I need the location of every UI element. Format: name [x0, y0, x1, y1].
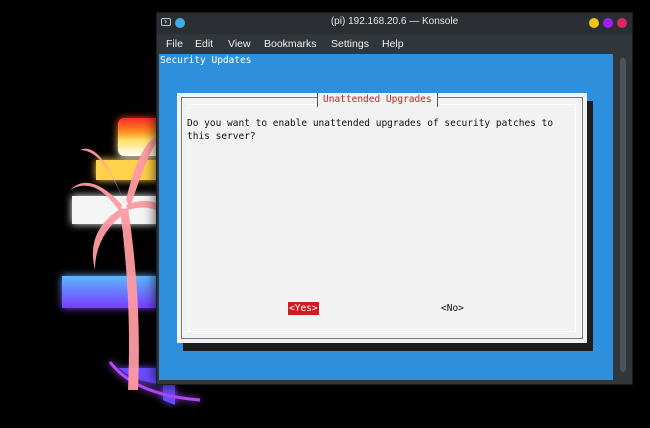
dialog-backtitle: Security Updates	[160, 55, 252, 66]
terminal-scrollbar[interactable]	[615, 54, 630, 380]
dialog-title: Unattended Upgrades	[317, 93, 438, 107]
window-titlebar[interactable]: (pi) 192.168.20.6 — Konsole	[157, 13, 632, 34]
scrollbar-thumb[interactable]	[620, 58, 626, 372]
menu-bar: File Edit View Bookmarks Settings Help	[157, 34, 632, 54]
minimize-button[interactable]	[589, 18, 599, 28]
window-title: (pi) 192.168.20.6 — Konsole	[330, 16, 459, 27]
menu-file[interactable]: File	[166, 38, 183, 50]
close-button[interactable]	[617, 18, 627, 28]
menu-settings[interactable]: Settings	[331, 38, 369, 50]
no-button[interactable]: <No>	[440, 302, 465, 315]
menu-edit[interactable]: Edit	[195, 38, 213, 50]
maximize-button[interactable]	[603, 18, 613, 28]
terminal-area[interactable]: Security Updates Unattended Upgrades Do …	[159, 54, 613, 380]
konsole-window: (pi) 192.168.20.6 — Konsole File Edit Vi…	[156, 12, 633, 385]
unattended-upgrades-dialog: Unattended Upgrades Do you want to enabl…	[177, 93, 587, 343]
yes-button[interactable]: <Yes>	[288, 302, 319, 315]
dialog-message: Do you want to enable unattended upgrade…	[187, 118, 554, 142]
menu-help[interactable]: Help	[382, 38, 404, 50]
menu-view[interactable]: View	[228, 38, 251, 50]
menu-bookmarks[interactable]: Bookmarks	[264, 38, 317, 50]
